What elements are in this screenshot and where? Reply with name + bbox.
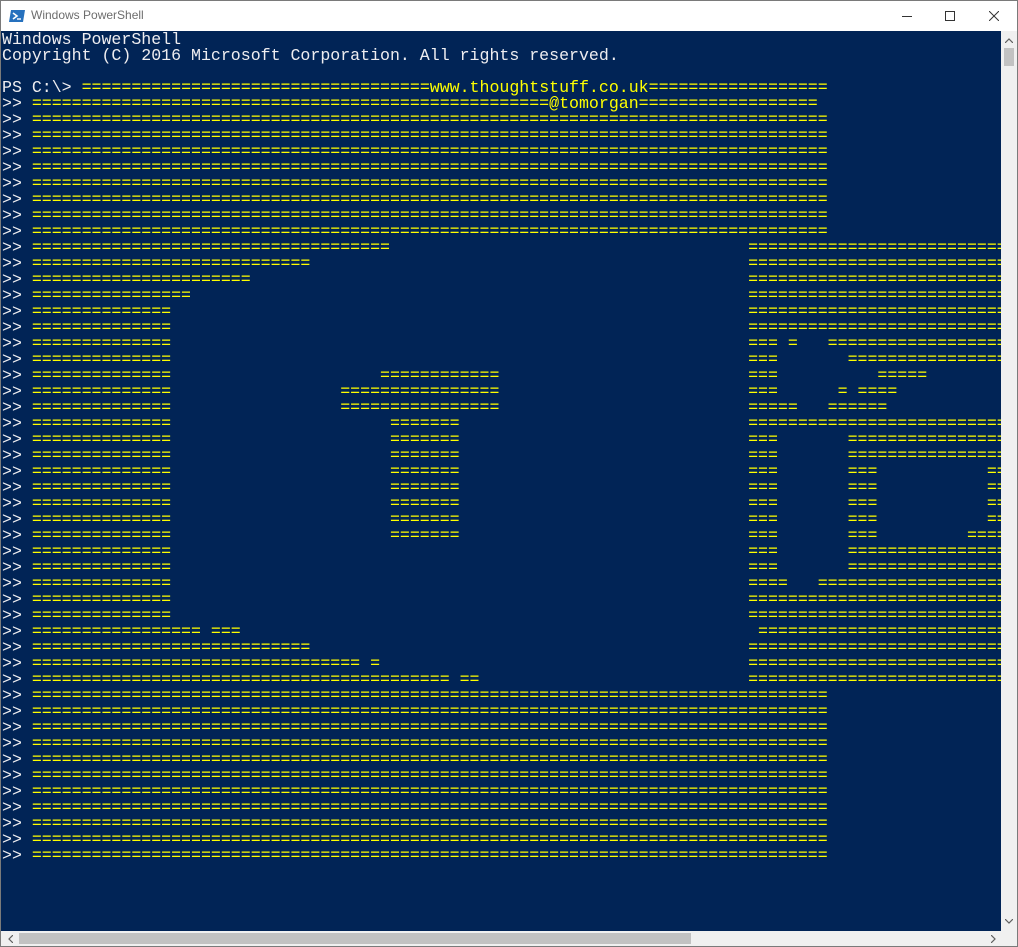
powershell-icon	[9, 10, 25, 22]
console-art-line: >> =====================================…	[2, 846, 1001, 865]
scroll-up-button[interactable]	[1001, 32, 1017, 48]
scroll-right-button[interactable]	[985, 931, 1001, 946]
console-area[interactable]: Windows PowerShell Copyright (C) 2016 Mi…	[1, 31, 1001, 931]
powershell-window: Windows PowerShell Windows PowerShell Co…	[0, 0, 1018, 947]
chevron-down-icon	[1005, 918, 1013, 924]
close-icon	[989, 11, 999, 21]
chevron-right-icon	[990, 935, 996, 943]
window-title: Windows PowerShell	[31, 8, 144, 22]
ascii-art: >> =====================================…	[2, 95, 1001, 865]
chevron-up-icon	[1005, 37, 1013, 43]
minimize-icon	[902, 16, 912, 17]
chevron-left-icon	[7, 935, 13, 943]
maximize-button[interactable]	[927, 1, 973, 31]
scroll-down-button[interactable]	[1001, 913, 1017, 929]
title-bar[interactable]: Windows PowerShell	[1, 1, 1017, 31]
console-output: Windows PowerShell Copyright (C) 2016 Mi…	[2, 31, 1001, 865]
close-button[interactable]	[971, 1, 1017, 31]
art-text: ========================================…	[31, 846, 828, 865]
scrollbar-corner	[1001, 931, 1017, 946]
console-header-line: Copyright (C) 2016 Microsoft Corporation…	[2, 46, 619, 65]
horizontal-scroll-thumb[interactable]	[19, 933, 691, 944]
continuation-prompt: >>	[2, 846, 32, 865]
minimize-button[interactable]	[884, 1, 930, 31]
scroll-left-button[interactable]	[2, 931, 18, 946]
vertical-scrollbar[interactable]	[1001, 31, 1017, 931]
vertical-scroll-thumb[interactable]	[1004, 48, 1014, 66]
maximize-icon	[945, 11, 955, 21]
